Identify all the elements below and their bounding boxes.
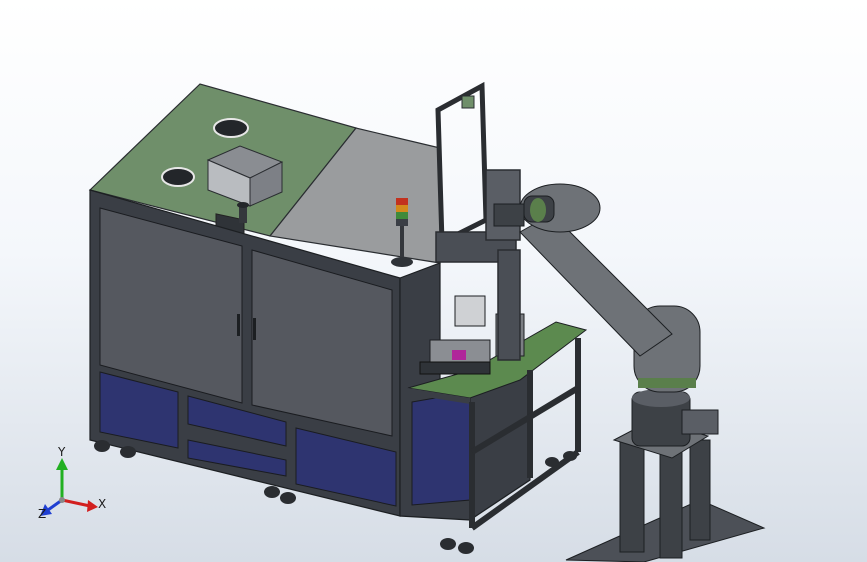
axis-x-label: X: [98, 497, 106, 511]
top-hole-right: [213, 118, 249, 138]
machine-cabinet: [88, 81, 588, 554]
magenta-part: [452, 350, 466, 360]
top-hole-left: [161, 167, 195, 187]
robot-end-effector: [493, 203, 525, 227]
axis-z-label: Z: [38, 507, 46, 521]
axis-y-label: Y: [57, 445, 66, 459]
door-handle-right: [253, 318, 256, 340]
robot-arm: [493, 183, 766, 562]
axis-y-arrowhead: [56, 458, 68, 470]
axis-x-arrowhead: [87, 500, 98, 512]
side-lower-panel: [411, 391, 471, 506]
axis-triad: Y X Z: [38, 445, 106, 521]
door-handle-left: [237, 314, 240, 336]
axis-x-line: [61, 498, 91, 508]
robot-pedestal: [619, 439, 711, 559]
cad-viewport[interactable]: Y X Z: [0, 0, 867, 562]
